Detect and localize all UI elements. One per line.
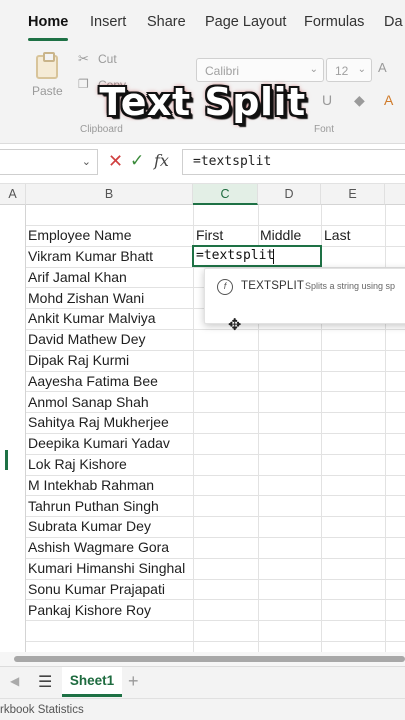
employee-name-cell[interactable]: Dipak Raj Kurmi	[28, 352, 129, 368]
confirm-icon[interactable]: ✓	[130, 151, 144, 171]
header-middle[interactable]: Middle	[260, 227, 301, 243]
row-gridline	[26, 495, 405, 497]
employee-name-cell[interactable]: M Intekhab Rahman	[28, 477, 154, 493]
employee-name-cell[interactable]: Arif Jamal Khan	[28, 269, 127, 285]
header-last[interactable]: Last	[324, 227, 350, 243]
row-gridline	[26, 578, 405, 580]
name-box[interactable]: ⌄	[0, 149, 98, 175]
active-cell-c[interactable]: =textsplit	[192, 245, 322, 267]
autocomplete-item-textsplit[interactable]: TEXTSPLIT	[241, 280, 304, 292]
employee-name-cell[interactable]: Pankaj Kishore Roy	[28, 602, 151, 618]
row-gridline	[26, 641, 405, 642]
sheet-nav-left-icon[interactable]: ◀	[10, 674, 19, 688]
font-name-value: Calibri	[205, 64, 240, 78]
paste-icon[interactable]	[36, 52, 58, 79]
row-gridline	[26, 412, 405, 414]
employee-name-cell[interactable]: Aayesha Fatima Bee	[28, 373, 158, 389]
header-first[interactable]: First	[196, 227, 223, 243]
insert-function-icon[interactable]: fx	[154, 151, 169, 170]
tab-share[interactable]: Share	[147, 14, 186, 30]
row-gridline	[26, 599, 405, 601]
chevron-down-icon: ⌄	[81, 156, 91, 168]
active-cell-text: =textsplit	[196, 248, 275, 263]
cut-button[interactable]: Cut	[98, 52, 117, 66]
row-gridline	[26, 349, 405, 351]
font-name-select[interactable]: Calibri ⌄	[196, 58, 324, 82]
active-row-indicator	[5, 450, 8, 470]
chevron-down-icon: ⌄	[309, 64, 318, 75]
sheet-list-menu-icon[interactable]: ☰	[38, 672, 52, 692]
move-cursor-icon: ✥	[228, 317, 242, 334]
autocomplete-description: Splits a string using sp	[305, 281, 396, 291]
column-header-b[interactable]: B	[26, 184, 193, 205]
formula-bar: ⌄ ✕ ✓ fx =textsplit	[0, 144, 405, 184]
function-autocomplete-popup: f TEXTSPLIT Splits a string using sp	[204, 268, 405, 324]
row-gridline	[26, 225, 405, 226]
employee-name-cell[interactable]: Mohd Zishan Wani	[28, 290, 144, 306]
column-header-a[interactable]: A	[0, 184, 26, 205]
cancel-icon[interactable]: ✕	[108, 151, 123, 172]
employee-name-cell[interactable]: Deepika Kumari Yadav	[28, 435, 170, 451]
font-group-label: Font	[314, 124, 335, 135]
tab-formulas[interactable]: Formulas	[304, 14, 364, 30]
clipboard-group-label: Clipboard	[80, 124, 123, 135]
workbook-statistics-link[interactable]: rkbook Statistics	[0, 704, 84, 716]
font-size-value: 12	[335, 64, 349, 78]
employee-name-cell[interactable]: Anmol Sanap Shah	[28, 394, 149, 410]
employee-name-cell[interactable]: Tahrun Puthan Singh	[28, 498, 159, 514]
tab-home[interactable]: Home	[28, 14, 68, 30]
ribbon-tab-bar: Home Insert Share Page Layout Formulas D…	[0, 0, 405, 44]
active-tab-indicator	[28, 38, 68, 41]
chevron-down-icon: ⌄	[357, 64, 366, 75]
employee-name-cell[interactable]: Subrata Kumar Dey	[28, 518, 151, 534]
row-gridline	[26, 537, 405, 538]
column-header-d[interactable]: D	[258, 184, 321, 205]
tab-data[interactable]: Da	[384, 14, 403, 30]
video-title-overlay: Text Split	[99, 80, 306, 124]
add-sheet-icon[interactable]: +	[128, 671, 139, 692]
scrollbar-thumb[interactable]	[14, 656, 405, 662]
sheet-tab-bar: ◀ ☰ Sheet1 +	[0, 666, 405, 698]
header-employee-name[interactable]: Employee Name	[28, 227, 132, 243]
employee-name-cell[interactable]: Sonu Kumar Prajapati	[28, 581, 165, 597]
employee-name-cell[interactable]: Lok Raj Kishore	[28, 456, 127, 472]
employee-name-cell[interactable]: Ashish Wagmare Gora	[28, 539, 169, 555]
row-gridline	[26, 433, 405, 434]
row-gridline	[26, 620, 405, 622]
row-gridline	[26, 474, 405, 476]
tab-insert[interactable]: Insert	[90, 14, 126, 30]
column-header-e[interactable]: E	[321, 184, 385, 205]
increase-font-icon[interactable]: A	[378, 60, 387, 75]
row-gridline	[26, 453, 405, 455]
row-gridline	[26, 329, 405, 330]
sheet-tab-sheet1[interactable]: Sheet1	[62, 667, 122, 697]
row-gridline	[26, 516, 405, 518]
row-gridline	[26, 391, 405, 393]
font-size-select[interactable]: 12 ⌄	[326, 58, 372, 82]
text-cursor	[273, 249, 274, 264]
employee-name-cell[interactable]: David Mathew Dey	[28, 331, 146, 347]
employee-name-cell[interactable]: Vikram Kumar Bhatt	[28, 248, 153, 264]
cut-icon[interactable]: ✂	[78, 51, 89, 67]
employee-name-cell[interactable]: Ankit Kumar Malviya	[28, 310, 156, 326]
employee-name-cell[interactable]: Kumari Himanshi Singhal	[28, 560, 185, 576]
row-gridline	[26, 557, 405, 559]
employee-name-cell[interactable]: Sahitya Raj Mukherjee	[28, 414, 169, 430]
tab-page-layout[interactable]: Page Layout	[205, 14, 286, 30]
row-gridline	[26, 370, 405, 372]
formula-text: =textsplit	[193, 154, 272, 169]
row-header-gutter	[0, 205, 26, 652]
column-header-c[interactable]: C	[193, 184, 258, 205]
column-header-f[interactable]	[385, 184, 405, 205]
status-bar: rkbook Statistics	[0, 698, 405, 720]
formula-input[interactable]: =textsplit	[182, 149, 405, 175]
column-gridline	[193, 205, 194, 652]
function-icon: f	[217, 279, 233, 295]
